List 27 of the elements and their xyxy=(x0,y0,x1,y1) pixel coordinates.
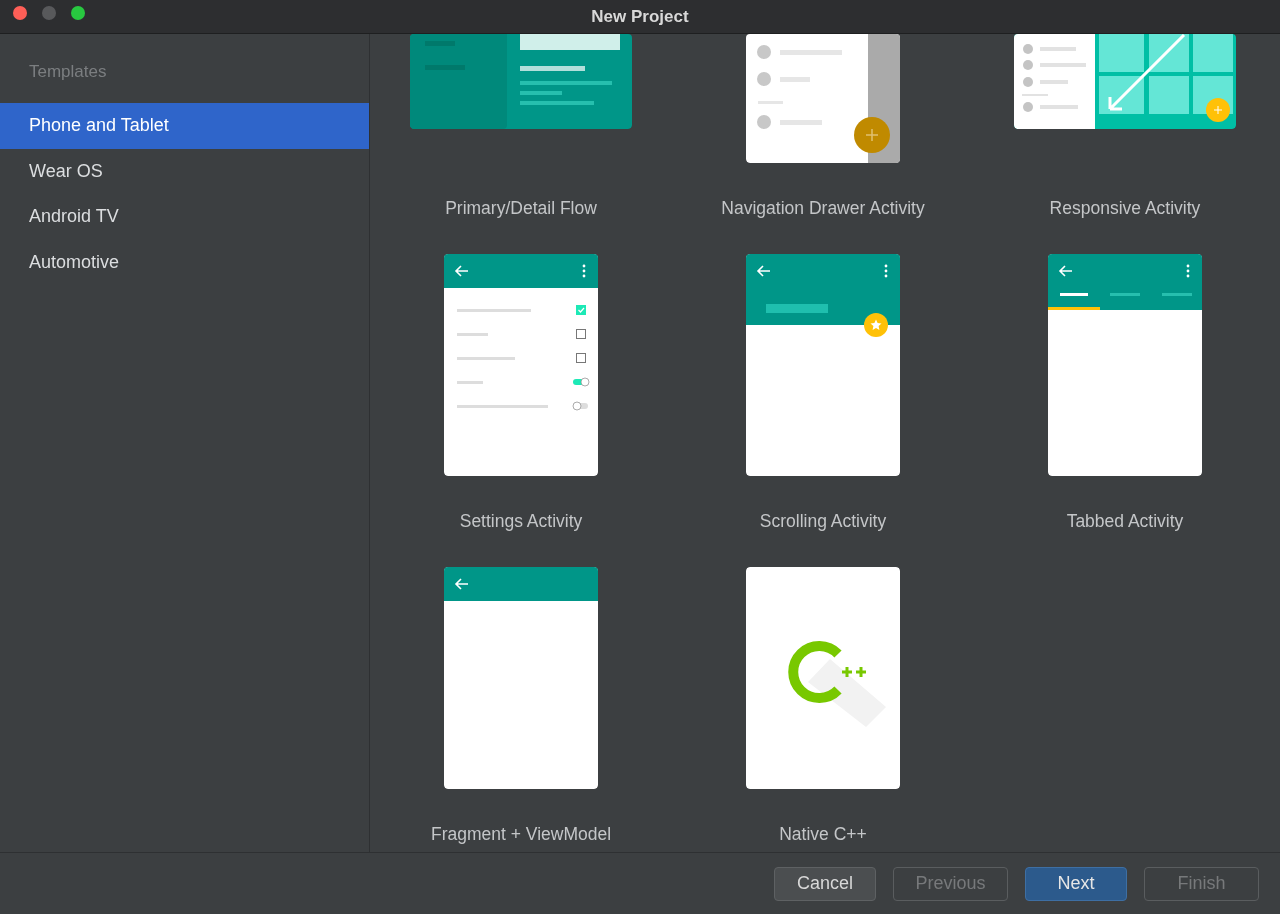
template-name: Settings Activity xyxy=(459,510,583,532)
template-name: Tabbed Activity xyxy=(1066,510,1184,532)
template-name: Native C++ xyxy=(779,823,867,845)
window-title: New Project xyxy=(591,6,689,27)
sidebar-header: Templates xyxy=(28,62,108,83)
settings-screen-drawing[interactable] xyxy=(444,254,598,476)
tabs-screen-drawing[interactable] xyxy=(1048,254,1202,476)
template-name: Primary/Detail Flow xyxy=(445,197,597,219)
grid-screen-drawing[interactable] xyxy=(1014,34,1236,129)
dialog-button[interactable]: Cancel xyxy=(774,866,876,901)
template-name: Fragment + ViewModel xyxy=(430,823,612,845)
minimize-icon[interactable] xyxy=(42,6,56,20)
close-icon[interactable] xyxy=(13,6,27,20)
template-name: Navigation Drawer Activity xyxy=(721,197,925,219)
sidebar-item[interactable]: Phone and Tablet xyxy=(0,103,369,149)
sidebar-item[interactable]: Android TV xyxy=(0,194,369,240)
sidebar-item[interactable]: Automotive xyxy=(0,239,369,285)
blank-screen-drawing[interactable] xyxy=(444,567,598,789)
cpp-logo-screen-drawing[interactable] xyxy=(746,567,900,789)
maximize-icon[interactable] xyxy=(71,6,85,20)
list-detail-screen-drawing[interactable] xyxy=(410,34,632,129)
next-button[interactable]: Next xyxy=(1025,866,1127,901)
template-name: Scrolling Activity xyxy=(759,510,887,532)
scrolling-screen-drawing[interactable] xyxy=(746,254,900,476)
drawer-screen-drawing[interactable] xyxy=(746,34,900,163)
sidebar-item[interactable]: Wear OS xyxy=(0,148,369,194)
template-name: Responsive Activity xyxy=(1049,197,1201,219)
